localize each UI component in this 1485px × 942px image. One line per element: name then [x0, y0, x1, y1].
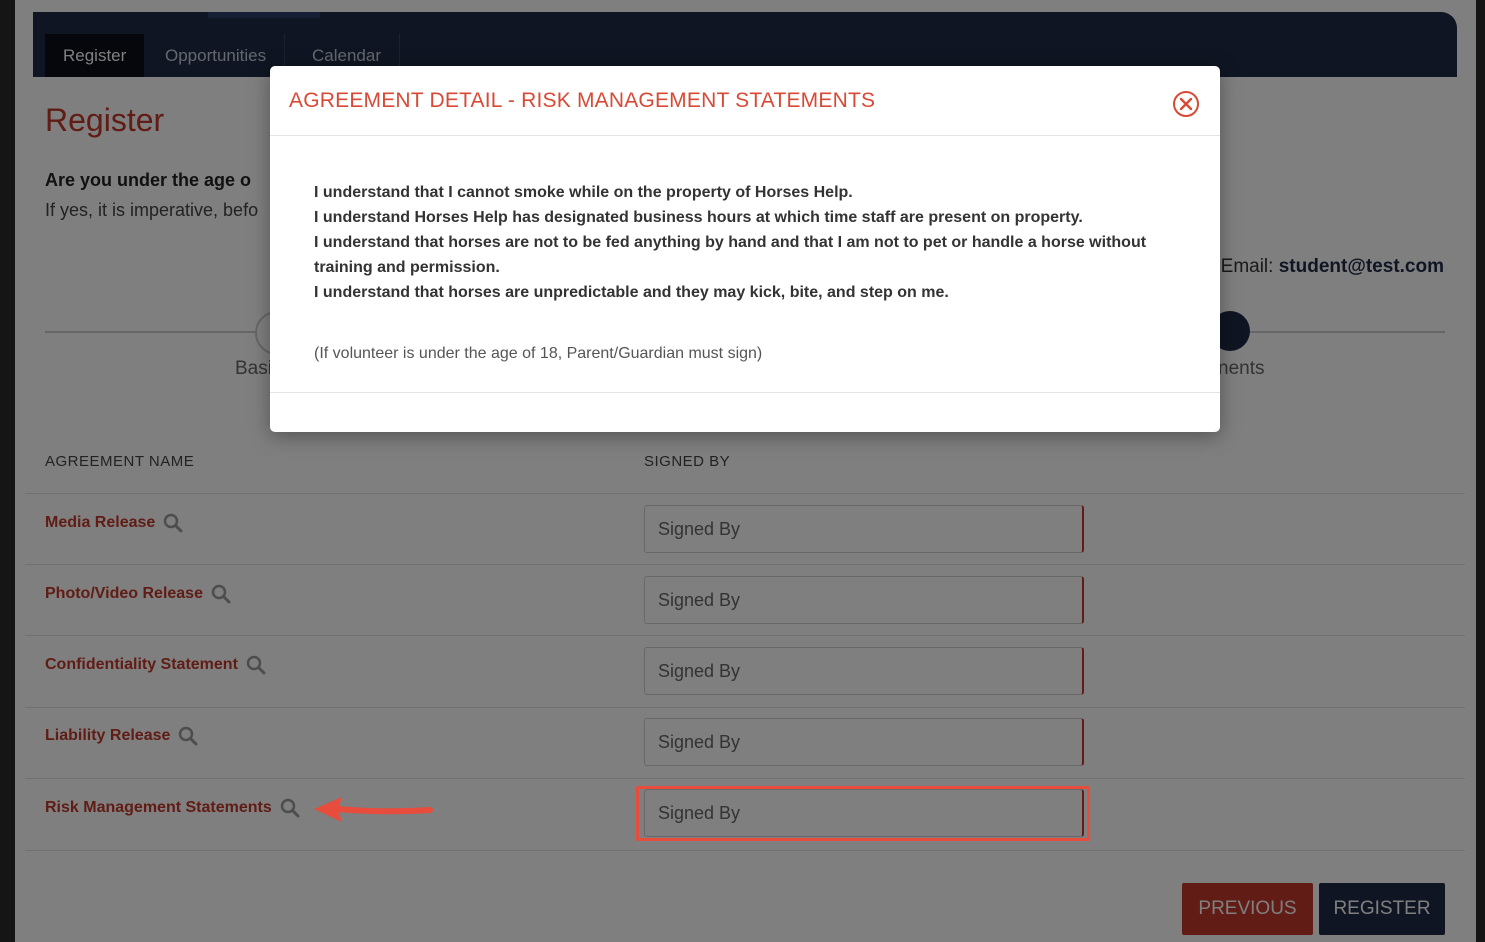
highlight-box: [636, 786, 1090, 841]
arrow-left-icon: [314, 797, 433, 822]
agreement-detail-modal: AGREEMENT DETAIL - RISK MANAGEMENT STATE…: [270, 66, 1220, 432]
statement-text: I understand that horses are unpredictab…: [314, 284, 949, 301]
statements-list: I understand that I cannot smoke while o…: [314, 180, 1154, 305]
modal-footer-divider: [270, 392, 1220, 393]
close-button[interactable]: [1172, 90, 1200, 118]
statement-text: I understand that I cannot smoke while o…: [314, 184, 853, 201]
statement-text: I understand that horses are not to be f…: [314, 234, 1147, 276]
close-circle-icon: [1173, 91, 1199, 117]
guardian-note: (If volunteer is under the age of 18, Pa…: [314, 345, 763, 362]
modal-title: AGREEMENT DETAIL - RISK MANAGEMENT STATE…: [289, 89, 876, 112]
modal-header-divider: [270, 135, 1220, 136]
statement-text: I understand Horses Help has designated …: [314, 209, 1083, 226]
